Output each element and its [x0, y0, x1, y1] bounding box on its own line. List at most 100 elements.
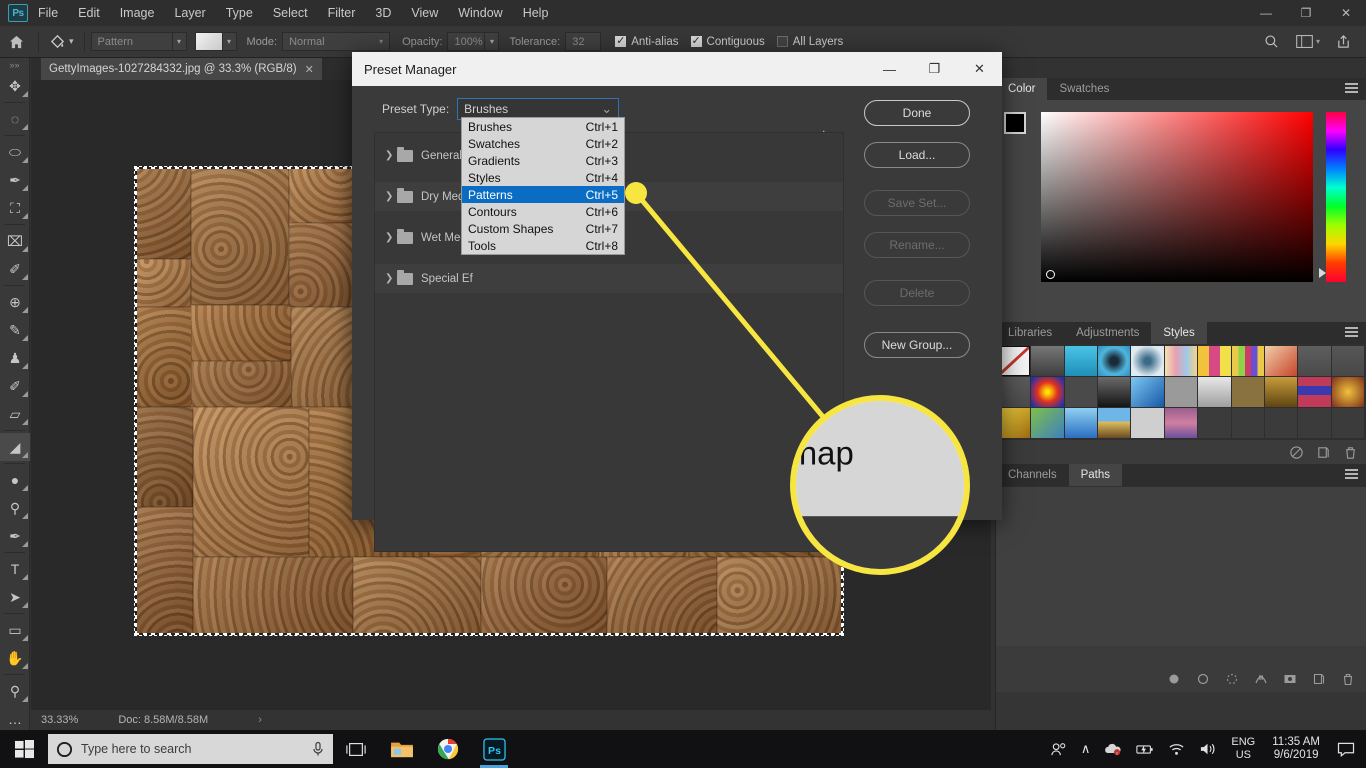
- tab-color[interactable]: Color: [996, 78, 1048, 100]
- wifi-icon[interactable]: [1161, 742, 1192, 756]
- document-close-icon[interactable]: ✕: [305, 63, 314, 76]
- paths-list[interactable]: [996, 486, 1366, 646]
- volume-icon[interactable]: [1192, 742, 1224, 756]
- style-swatch[interactable]: [1098, 377, 1131, 407]
- dropdown-item-contours[interactable]: Contours Ctrl+6: [462, 203, 624, 220]
- tab-swatches[interactable]: Swatches: [1047, 78, 1121, 100]
- menu-item-image[interactable]: Image: [110, 0, 165, 26]
- menu-item-edit[interactable]: Edit: [68, 0, 110, 26]
- anti-alias-checkbox[interactable]: Anti-alias: [615, 34, 679, 48]
- style-swatch[interactable]: [997, 346, 1031, 376]
- style-swatch[interactable]: [1298, 377, 1331, 407]
- style-swatch[interactable]: [1131, 377, 1164, 407]
- tool-type-tool[interactable]: T: [0, 555, 30, 583]
- tool-lasso-tool[interactable]: ⬭: [0, 138, 30, 166]
- style-swatch[interactable]: [1098, 408, 1131, 438]
- style-swatch[interactable]: [1131, 346, 1164, 376]
- microphone-icon[interactable]: [311, 741, 325, 757]
- dialog-maximize-button[interactable]: ❐: [912, 52, 957, 86]
- style-swatch[interactable]: [1098, 346, 1131, 376]
- tool-history-brush-tool[interactable]: ✐: [0, 372, 30, 400]
- style-swatch[interactable]: [1264, 346, 1298, 376]
- tab-libraries[interactable]: Libraries: [996, 322, 1064, 344]
- style-swatch[interactable]: [1231, 346, 1264, 376]
- style-swatch[interactable]: [1231, 377, 1264, 407]
- mode-select[interactable]: Normal ▾: [282, 32, 391, 51]
- dropdown-item-patterns[interactable]: Patterns Ctrl+5: [462, 186, 624, 203]
- dialog-minimize-button[interactable]: —: [867, 52, 912, 86]
- toolbar-collapse-handle[interactable]: »»: [0, 58, 29, 72]
- tool-move-tool[interactable]: ✥: [0, 72, 30, 100]
- people-icon[interactable]: [1043, 742, 1074, 757]
- tool-crop-tool[interactable]: ⛶: [0, 194, 30, 222]
- chevron-right-icon[interactable]: ❯: [385, 273, 397, 284]
- search-icon[interactable]: [1254, 34, 1288, 49]
- style-swatch[interactable]: [1031, 377, 1064, 407]
- color-panel-foreground-swatch[interactable]: [1004, 112, 1026, 134]
- paint-bucket-tool-preset[interactable]: ▾: [45, 33, 78, 50]
- tool-rectangle-tool[interactable]: ▭: [0, 616, 30, 644]
- chevron-right-icon[interactable]: ❯: [385, 191, 397, 202]
- search-input[interactable]: Type here to search: [48, 734, 333, 764]
- all-layers-checkbox[interactable]: All Layers: [776, 36, 843, 48]
- status-expand-icon[interactable]: ›: [248, 714, 272, 726]
- menu-item-layer[interactable]: Layer: [164, 0, 215, 26]
- chevron-right-icon[interactable]: ❯: [385, 232, 397, 243]
- dropdown-item-swatches[interactable]: Swatches Ctrl+2: [462, 135, 624, 152]
- pattern-preview-swatch[interactable]: ▾: [194, 32, 237, 51]
- tool-marquee-tool[interactable]: ◌: [0, 105, 30, 133]
- tool-paint-bucket-tool[interactable]: ◢: [0, 433, 30, 461]
- tolerance-input[interactable]: 32: [565, 32, 602, 51]
- chrome-icon[interactable]: [425, 730, 471, 768]
- tab-adjustments[interactable]: Adjustments: [1064, 322, 1151, 344]
- home-icon[interactable]: [0, 35, 32, 49]
- style-swatch[interactable]: [1164, 377, 1198, 407]
- style-swatch[interactable]: [1064, 377, 1098, 407]
- style-swatch[interactable]: [1064, 346, 1098, 376]
- close-button[interactable]: ✕: [1326, 0, 1366, 26]
- dropdown-item-brushes[interactable]: Brushes Ctrl+1: [462, 118, 624, 135]
- tool-brush-tool[interactable]: ✎: [0, 316, 30, 344]
- menu-item-window[interactable]: Window: [448, 0, 512, 26]
- add-mask-icon[interactable]: [1283, 672, 1298, 687]
- tool-hand-tool[interactable]: ✋: [0, 644, 30, 672]
- preset-folder-row[interactable]: ❯ Special Ef: [375, 264, 843, 293]
- tool-eyedropper-tool[interactable]: ✐: [0, 255, 30, 283]
- tool-frame-tool[interactable]: ⌧: [0, 227, 30, 255]
- tool-pen-tool[interactable]: ✒: [0, 522, 30, 550]
- dialog-button-done[interactable]: Done: [864, 100, 970, 126]
- windows-start-icon[interactable]: [0, 730, 48, 768]
- clock[interactable]: 11:35 AM 9/6/2019: [1262, 736, 1330, 762]
- tool-zoom-tool[interactable]: ⚲: [0, 677, 30, 705]
- style-swatch[interactable]: [998, 408, 1031, 438]
- minimize-button[interactable]: —: [1246, 0, 1286, 26]
- style-swatch[interactable]: [1164, 408, 1198, 438]
- tool-edit-toolbar-button[interactable]: …: [0, 705, 30, 733]
- tool-quick-selection-tool[interactable]: ✒: [0, 166, 30, 194]
- delete-path-icon[interactable]: [1341, 672, 1356, 687]
- style-swatch[interactable]: [1331, 377, 1364, 407]
- menu-item-file[interactable]: File: [28, 0, 68, 26]
- menu-item-filter[interactable]: Filter: [318, 0, 366, 26]
- preset-type-dropdown[interactable]: Brushes Ctrl+1 Swatches Ctrl+2 Gradients Ctrl…: [461, 117, 625, 255]
- dropdown-item-tools[interactable]: Tools Ctrl+8: [462, 237, 624, 254]
- dialog-button-new-group[interactable]: New Group...: [864, 332, 970, 358]
- onedrive-icon[interactable]: !: [1097, 742, 1129, 756]
- menu-item-help[interactable]: Help: [513, 0, 559, 26]
- tool-blur-tool[interactable]: ●: [0, 466, 30, 494]
- color-panel-menu-icon[interactable]: [1345, 83, 1358, 94]
- contiguous-checkbox[interactable]: Contiguous: [690, 34, 765, 48]
- tool-dodge-tool[interactable]: ⚲: [0, 494, 30, 522]
- dialog-close-button[interactable]: ✕: [957, 52, 1002, 86]
- share-icon[interactable]: [1328, 34, 1358, 49]
- opacity-caret-icon[interactable]: ▾: [485, 32, 500, 51]
- workspace-icon[interactable]: ▾: [1288, 35, 1328, 48]
- tool-clone-stamp-tool[interactable]: ♟: [0, 344, 30, 372]
- language-indicator[interactable]: ENG US: [1224, 736, 1262, 762]
- fill-source-select[interactable]: Pattern: [90, 32, 173, 51]
- menu-item-type[interactable]: Type: [216, 0, 263, 26]
- maximize-button[interactable]: ❐: [1286, 0, 1326, 26]
- load-selection-icon[interactable]: [1225, 672, 1240, 687]
- opacity-input[interactable]: 100%: [447, 32, 486, 51]
- dialog-title-bar[interactable]: Preset Manager — ❐ ✕: [352, 52, 1002, 86]
